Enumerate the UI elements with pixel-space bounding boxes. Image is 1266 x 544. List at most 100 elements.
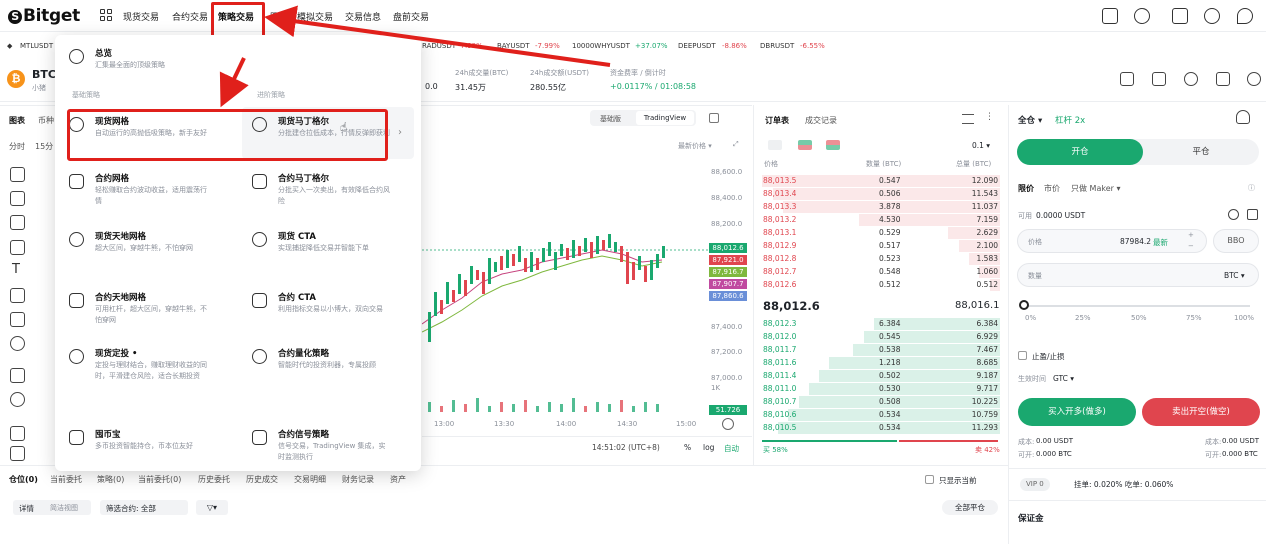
zoom-icon[interactable] (10, 392, 25, 407)
amount-slider[interactable] (1024, 305, 1250, 307)
positions-tab[interactable]: 策略(0) (97, 474, 124, 485)
nav-demo[interactable]: 模拟交易 (297, 10, 333, 23)
book-icon[interactable] (1216, 72, 1230, 86)
ticker-symbol[interactable]: RADUSDT (422, 42, 456, 50)
slider-handle[interactable] (1019, 300, 1029, 310)
margin-mode-select[interactable]: 全仓 ▾ (1018, 114, 1042, 126)
ticker-symbol[interactable]: MTLUSDT (20, 42, 53, 50)
bell-icon[interactable] (1184, 72, 1198, 86)
order-type-limit[interactable]: 限价 (1018, 183, 1034, 194)
positions-tab[interactable]: 财务记录 (342, 474, 374, 485)
price-minus[interactable]: − (1188, 242, 1194, 250)
price-input[interactable] (1017, 229, 1207, 253)
positions-tab[interactable]: 当前委托 (50, 474, 82, 485)
ask-row[interactable]: 88,012.9 0.517 2.100 (762, 240, 1000, 252)
swap-icon[interactable] (1152, 72, 1166, 86)
sell-short-button[interactable]: 卖出开空(做空) (1142, 398, 1260, 426)
settings-icon[interactable] (1247, 72, 1261, 86)
info-icon[interactable]: ⓘ (1248, 183, 1255, 193)
bid-row[interactable]: 88,011.7 0.538 7.467 (762, 344, 1000, 356)
candlestick-chart[interactable] (422, 162, 708, 432)
auto-toggle[interactable]: 自动 (724, 443, 739, 454)
tab-basic[interactable]: 基础版 (600, 114, 621, 124)
compact-tab[interactable]: 简洁视图 (50, 503, 78, 513)
quantity-input[interactable] (1017, 263, 1259, 287)
lock-draw-icon[interactable] (10, 446, 25, 461)
ask-row[interactable]: 88,013.3 3.878 11.037 (762, 201, 1000, 213)
ticker-symbol[interactable]: BAYUSDT (497, 42, 530, 50)
positions-tab[interactable]: 历史成交 (246, 474, 278, 485)
emoji-icon[interactable] (10, 336, 25, 351)
buy-long-button[interactable]: 买入开多(做多) (1018, 398, 1136, 426)
close-tab[interactable]: 平仓 (1143, 139, 1259, 165)
quantity-unit-select[interactable]: BTC ▾ (1224, 271, 1245, 280)
ruler-icon[interactable] (10, 368, 25, 383)
close-all-button[interactable]: 全部平仓 (942, 500, 998, 515)
positions-tab[interactable]: 资产 (390, 474, 406, 485)
timeframe-1[interactable]: 分时 (9, 141, 25, 152)
expand-icon[interactable]: ⤢ (733, 140, 739, 149)
bbo-button[interactable]: BBO (1213, 229, 1259, 253)
globe-icon[interactable] (1204, 8, 1220, 24)
ticker-symbol[interactable]: DEEPUSDT (678, 42, 716, 50)
bid-row[interactable]: 88,010.7 0.508 10.225 (762, 396, 1000, 408)
tab-tradingview[interactable]: TradingView (636, 111, 694, 125)
ticker-symbol[interactable]: DBRUSDT (760, 42, 794, 50)
tif-select[interactable]: GTC ▾ (1053, 374, 1074, 383)
order-type-maker[interactable]: 只做 Maker ▾ (1071, 183, 1120, 194)
filter-icon[interactable]: ▽▾ (196, 500, 228, 515)
bid-row[interactable]: 88,010.6 0.534 10.759 (762, 409, 1000, 421)
latest-price-button[interactable]: 最新 (1153, 237, 1168, 248)
deposit-icon[interactable] (1247, 209, 1258, 220)
tpsl-checkbox[interactable] (1018, 351, 1027, 360)
positions-tab[interactable]: 历史委托 (198, 474, 230, 485)
bid-row[interactable]: 88,011.6 1.218 8.685 (762, 357, 1000, 369)
magnet-icon[interactable] (10, 426, 25, 441)
timeframe-2[interactable]: 15分 (35, 141, 53, 152)
trendline-icon[interactable] (10, 191, 25, 206)
vip-badge[interactable]: VIP 0 (1020, 478, 1050, 491)
order-type-market[interactable]: 市价 (1044, 183, 1060, 194)
positions-tab[interactable]: 交易明细 (294, 474, 326, 485)
nav-copy[interactable]: 跟单 (270, 10, 288, 23)
calculator-icon[interactable] (1236, 110, 1250, 124)
ob-asks-icon[interactable] (826, 140, 840, 150)
detail-tab[interactable]: 详情 (19, 503, 34, 514)
transfer-icon[interactable] (1228, 209, 1239, 220)
ask-row[interactable]: 88,012.6 0.512 0.512 (762, 279, 1000, 291)
bid-row[interactable]: 88,011.4 0.502 9.187 (762, 370, 1000, 382)
ob-both-icon[interactable] (768, 140, 782, 150)
tab-orderbook[interactable]: 订单表 (765, 115, 789, 126)
bid-row[interactable]: 88,012.3 6.384 6.384 (762, 318, 1000, 330)
measure-icon[interactable] (10, 312, 25, 327)
filter-select[interactable]: 筛选合约: 全部 (100, 500, 188, 515)
ticker-symbol[interactable]: 10000WHYUSDT (572, 42, 630, 50)
leverage-select[interactable]: 杠杆 2x (1055, 114, 1085, 126)
ask-row[interactable]: 88,012.7 0.548 1.060 (762, 266, 1000, 278)
ask-row[interactable]: 88,013.5 0.547 12.090 (762, 175, 1000, 187)
brush-icon[interactable] (10, 240, 25, 255)
crosshair-icon[interactable] (10, 167, 25, 182)
ob-bids-icon[interactable] (798, 140, 812, 150)
wallet-icon[interactable] (1102, 8, 1118, 24)
bid-row[interactable]: 88,010.5 0.534 11.293 (762, 422, 1000, 434)
hline-icon[interactable] (10, 215, 25, 230)
download-icon[interactable] (1172, 8, 1188, 24)
ob-more-icon[interactable]: ⋮ (985, 112, 994, 122)
precision-select[interactable]: 0.1 ▾ (972, 141, 990, 150)
ask-row[interactable]: 88,013.1 0.529 2.629 (762, 227, 1000, 239)
ob-settings-icon[interactable] (962, 114, 974, 124)
bid-row[interactable]: 88,011.0 0.530 9.717 (762, 383, 1000, 395)
positions-tab[interactable]: 当前委托(0) (138, 474, 181, 485)
ask-row[interactable]: 88,012.8 0.523 1.583 (762, 253, 1000, 265)
text-tool-icon[interactable]: T (12, 262, 20, 277)
bid-row[interactable]: 88,012.0 0.545 6.929 (762, 331, 1000, 343)
percent-toggle[interactable]: % (684, 443, 691, 452)
tab-chart[interactable]: 图表 (9, 115, 25, 126)
ask-row[interactable]: 88,013.2 4.530 7.159 (762, 214, 1000, 226)
pattern-icon[interactable] (10, 288, 25, 303)
open-tab[interactable]: 开仓 (1017, 139, 1143, 165)
note-icon[interactable] (1120, 72, 1134, 86)
apps-grid-icon[interactable] (100, 9, 113, 22)
nav-futures[interactable]: 合约交易 (172, 10, 208, 23)
